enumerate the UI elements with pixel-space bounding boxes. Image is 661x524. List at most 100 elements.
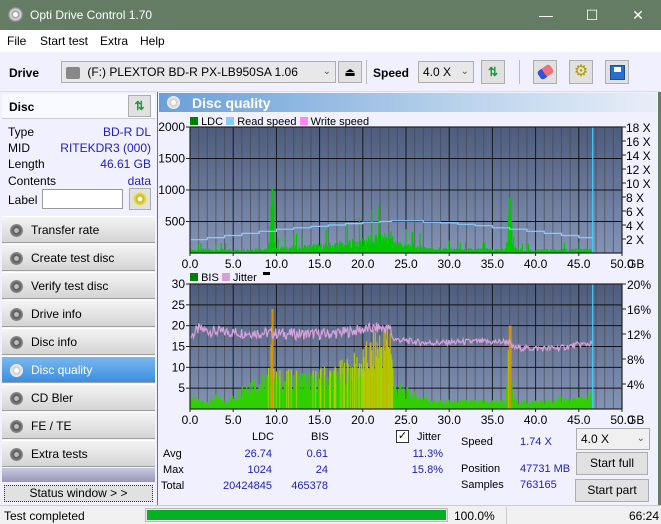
menu-extra[interactable]: Extra [100,34,128,48]
x-tick-label: 15.0 [308,257,332,270]
y2-tick-label: 12 X [626,163,651,177]
nav-cd-bler[interactable]: CD Bler [2,384,155,411]
y2-tick-label: 12% [627,328,651,342]
menu-start-test[interactable]: Start test [40,34,88,48]
nav-spacer [2,468,155,482]
checkmark-icon: ✓ [397,430,408,442]
y2-tick-label: 4% [627,378,645,392]
stats-avg-bis: 0.61 [306,448,328,460]
cd-bler-icon [10,392,23,405]
stats-total-label: Total [161,480,185,492]
bis-jitter-chart: 5 10 15 20 25 30 4% 8% 12% 16% 20% 0.0 5.0 10.0 15.0 20… [172,277,652,425]
speed-select-value: 4.0 X [423,65,452,79]
disc-label-input[interactable] [42,189,123,209]
stats-avg-ldc: 26.74 [244,448,272,460]
speed-value: 1.74 X [520,436,552,448]
nav-fe-te[interactable]: FE / TE [2,412,155,439]
y2-tick-label: 8% [627,353,645,367]
nav-disc-quality[interactable]: Disc quality [2,356,155,383]
stats-total-bis: 465378 [291,480,328,492]
jitter-checkbox[interactable]: ✓ [396,430,409,443]
panel-title: Disc quality [192,95,271,111]
drive-select-value: (F:) PLEXTOR BD-R PX-LB950SA 1.06 [87,65,298,79]
nav-drive-info[interactable]: Drive info [2,300,155,327]
menu-help[interactable]: Help [140,34,165,48]
disc-contents-value: data [127,174,151,188]
nav-transfer-rate[interactable]: Transfer rate [2,216,155,243]
disc-mid-label: MID [8,141,30,155]
window-title: Opti Drive Control 1.70 [30,8,153,22]
save-button[interactable] [605,60,629,84]
nav-create-test-disc[interactable]: Create test disc [2,244,155,271]
left-panel: Disc ⇅ Type BD-R DL MID RITEKDR3 (000) L… [0,92,157,505]
y-tick-label: 500 [165,215,185,229]
x-axis-label: GB [627,413,644,425]
drive-label: Drive [9,66,40,80]
status-text: Test completed [4,509,85,523]
start-full-button[interactable]: Start full [576,452,648,475]
close-button[interactable]: ✕ [615,0,661,30]
stats-col-bis: BIS [311,431,329,443]
y-tick-label: 10 [172,360,186,374]
x-tick-label: 25.0 [394,257,418,270]
menu-file[interactable]: File [7,34,26,48]
refresh-button[interactable]: ⇅ [481,60,505,84]
stats-max-jitter: 15.8% [411,464,443,476]
disc-type-label: Type [8,125,35,139]
y2-tick-label: 6 X [626,205,644,219]
chevron-down-icon: ⌄ [636,433,645,444]
settings-button[interactable]: ⚙ [569,60,593,84]
disc-label-label: Label [8,193,38,207]
speed-select[interactable]: 4.0 X ⌄ [418,61,474,83]
fe-te-icon [10,420,23,433]
y-tick-label: 20 [172,319,186,333]
eraser-icon [536,63,555,81]
speed-label: Speed [373,66,410,80]
disc-label-button[interactable] [129,188,151,210]
disc-refresh-button[interactable]: ⇅ [128,95,151,117]
drive-info-icon [10,308,23,321]
x-tick-label: 45.0 [567,257,591,270]
nav-verify-test-disc[interactable]: Verify test disc [2,272,155,299]
start-part-button[interactable]: Start part [575,479,649,502]
eject-icon: ⏏ [344,65,356,79]
nav-disc-info[interactable]: Disc info [2,328,155,355]
nav-extra-tests[interactable]: Extra tests [2,440,155,467]
drive-select[interactable]: (F:) PLEXTOR BD-R PX-LB950SA 1.06 ⌄ [61,61,336,83]
x-tick-label: 35.0 [481,413,505,425]
x-tick-label: 20.0 [351,413,375,425]
status-window-button[interactable]: Status window > > [4,485,153,502]
x-tick-label: 15.0 [308,413,332,425]
x-tick-label: 30.0 [438,413,462,425]
eject-button[interactable]: ⏏ [338,61,362,83]
y2-tick-label: 16 X [626,135,651,149]
x-tick-label: 0.0 [182,413,199,425]
x-tick-label: 45.0 [567,413,591,425]
progress-bar [145,508,448,522]
refresh-icon: ⇅ [487,65,499,79]
stats-col-jitter: Jitter [417,431,441,443]
disc-length-value: 46.61 GB [100,157,151,171]
settings-gears-icon: ⚙ [573,63,589,80]
y-tick-label: 1500 [158,152,185,166]
ldc-chart: 5001000150020002 X4 X6 X8 X10 X12 X14 X1… [158,120,651,270]
title-bar: Opti Drive Control 1.70 — ☐ ✕ [0,0,661,30]
panel-header: Disc quality [159,93,657,112]
status-divider [506,507,507,524]
erase-button[interactable] [533,60,557,84]
x-tick-label: 0.0 [182,257,199,270]
save-icon [610,65,625,80]
x-tick-label: 10.0 [265,257,289,270]
y2-tick-label: 2 X [626,233,644,247]
extra-tests-icon [10,448,23,461]
maximize-button[interactable]: ☐ [569,0,615,30]
position-label: Position [461,463,501,475]
y-tick-label: 15 [172,340,186,354]
refresh-icon: ⇅ [134,99,145,113]
status-bar: Test completed 100.0% 66:24 [0,505,661,524]
y2-tick-label: 16% [627,303,651,317]
test-speed-select[interactable]: 4.0 X ⌄ [576,428,650,450]
test-speed-value: 4.0 X [581,432,610,446]
disc-length-label: Length [8,157,45,171]
minimize-button[interactable]: — [523,0,569,30]
